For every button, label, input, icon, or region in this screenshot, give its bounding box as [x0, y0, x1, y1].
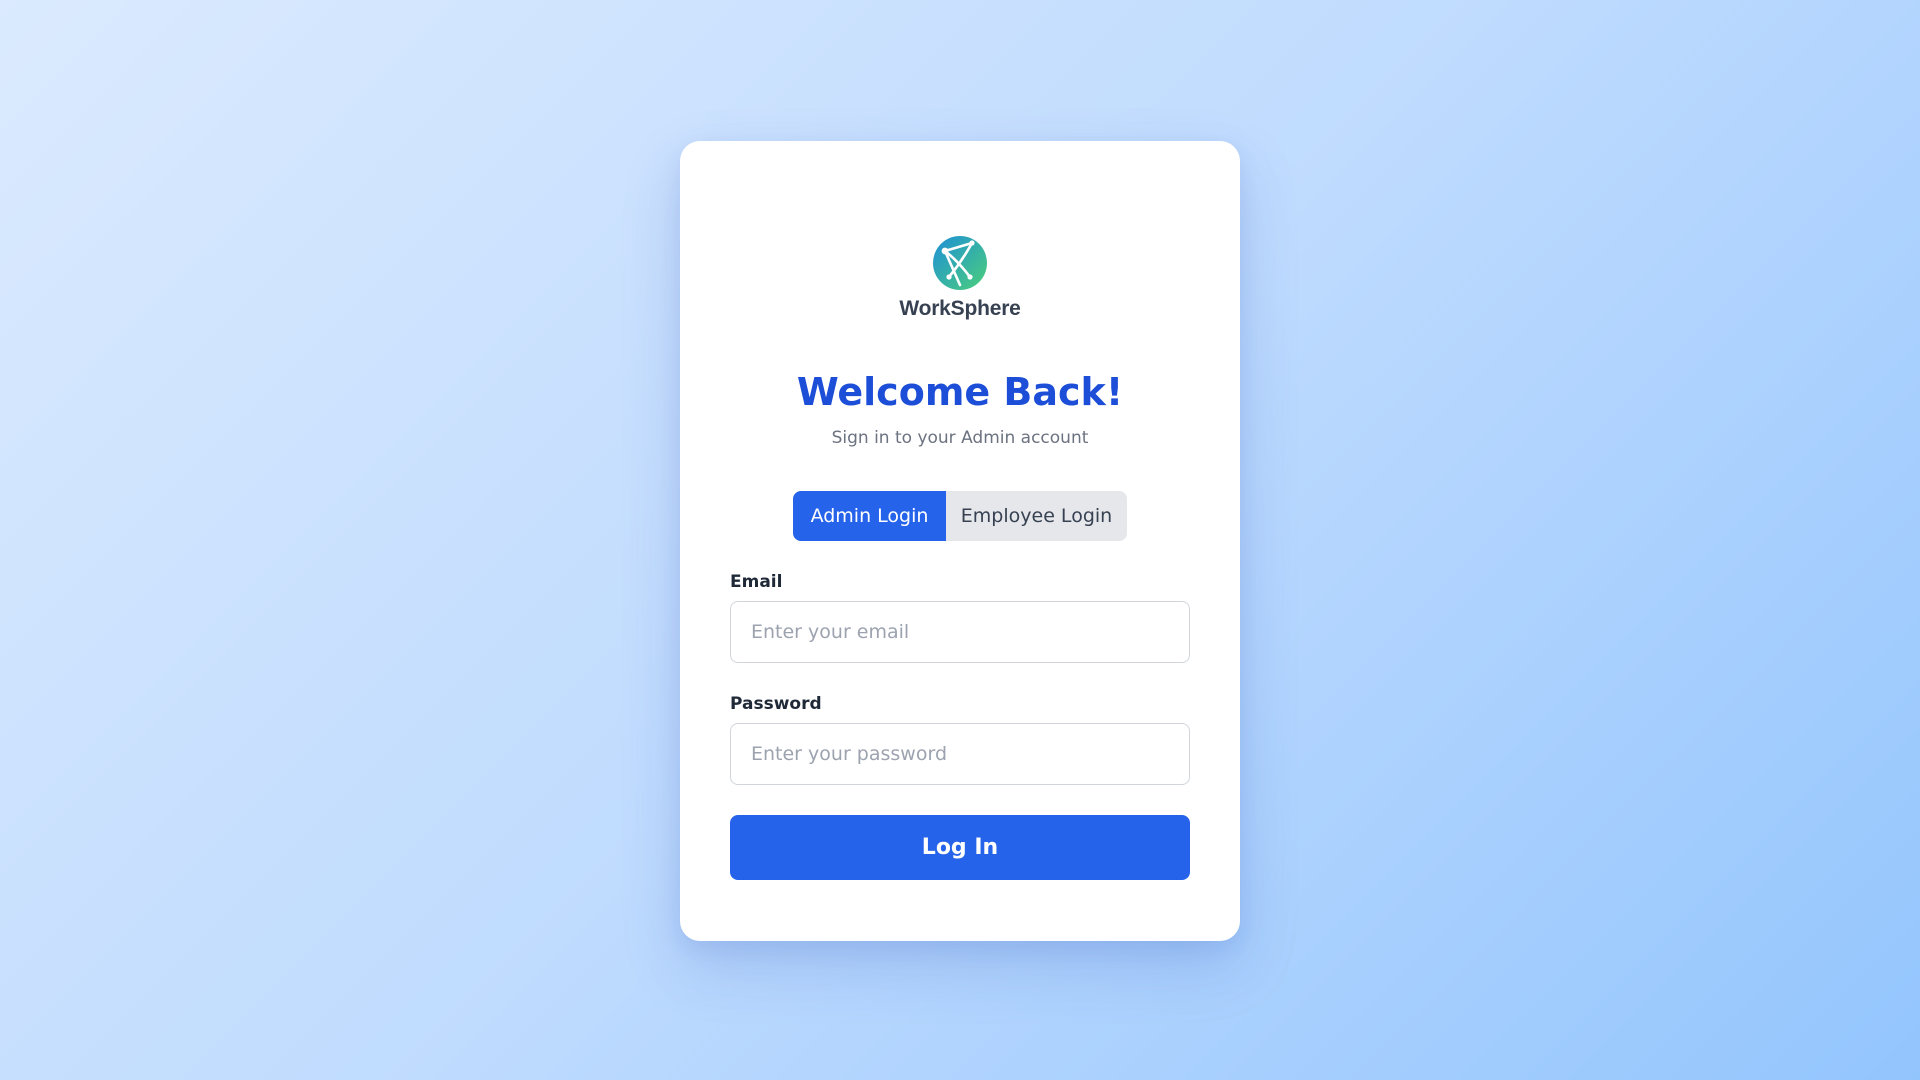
page-subtitle: Sign in to your Admin account: [831, 428, 1089, 448]
globe-network-icon: [933, 236, 987, 290]
brand-logo: WorkSphere: [680, 235, 1240, 321]
login-type-tabs: Admin Login Employee Login: [793, 491, 1127, 541]
tab-employee-login[interactable]: Employee Login: [946, 491, 1127, 541]
tab-admin-login[interactable]: Admin Login: [793, 491, 946, 541]
brand-name: WorkSphere: [899, 297, 1021, 320]
password-label: Password: [730, 694, 822, 714]
login-card: WorkSphere Welcome Back! Sign in to your…: [680, 141, 1240, 941]
email-field[interactable]: [730, 601, 1190, 663]
login-button[interactable]: Log In: [730, 815, 1190, 880]
password-field[interactable]: [730, 723, 1190, 785]
page-title: Welcome Back!: [796, 370, 1124, 414]
email-label: Email: [730, 572, 783, 592]
